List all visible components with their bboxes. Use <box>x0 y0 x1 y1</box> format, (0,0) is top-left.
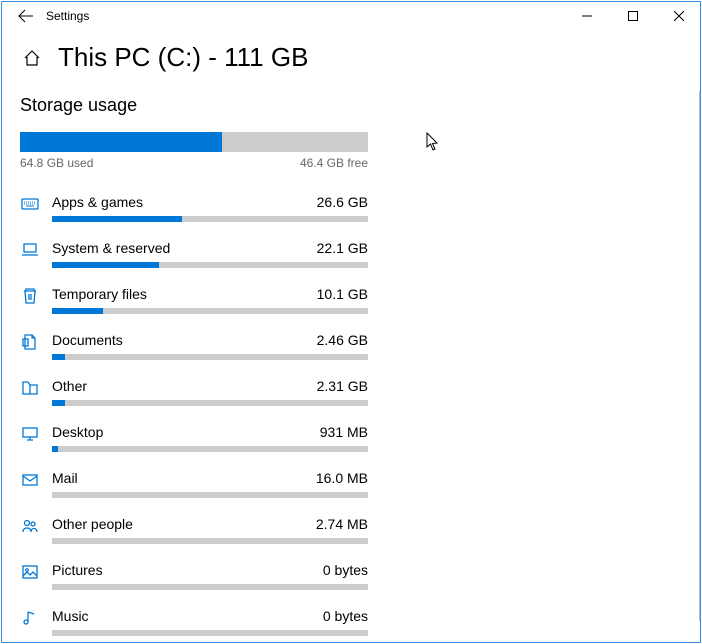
category-name: Other people <box>52 516 133 532</box>
category-desktop[interactable]: Desktop 931 MB <box>20 416 368 462</box>
category-body: System & reserved 22.1 GB <box>52 240 368 268</box>
folder-icon <box>20 378 40 398</box>
app-title: Settings <box>46 9 89 23</box>
people-icon <box>20 516 40 536</box>
category-mail[interactable]: Mail 16.0 MB <box>20 462 368 508</box>
category-size: 931 MB <box>320 424 368 440</box>
category-size: 10.1 GB <box>317 286 368 302</box>
mail-icon <box>20 470 40 490</box>
category-size: 16.0 MB <box>316 470 368 486</box>
category-body: Documents 2.46 GB <box>52 332 368 360</box>
content-area: Storage usage 64.8 GB used 46.4 GB free … <box>0 91 702 644</box>
category-body: Music 0 bytes <box>52 608 368 636</box>
category-other-people[interactable]: Other people 2.74 MB <box>20 508 368 554</box>
category-name: Other <box>52 378 87 394</box>
overall-labels: 64.8 GB used 46.4 GB free <box>20 156 368 170</box>
minimize-icon <box>582 11 592 21</box>
back-button[interactable] <box>10 0 42 32</box>
section-title: Storage usage <box>20 95 682 116</box>
category-size: 2.31 GB <box>317 378 368 394</box>
window-controls <box>564 0 702 32</box>
category-bar-fill <box>52 308 103 314</box>
minimize-button[interactable] <box>564 0 610 32</box>
category-bar <box>52 262 368 268</box>
monitor-icon <box>20 424 40 444</box>
laptop-icon <box>20 240 40 260</box>
home-button[interactable] <box>20 46 44 70</box>
category-bar-fill <box>52 446 58 452</box>
category-body: Temporary files 10.1 GB <box>52 286 368 314</box>
category-name: Desktop <box>52 424 103 440</box>
category-size: 26.6 GB <box>317 194 368 210</box>
maximize-button[interactable] <box>610 0 656 32</box>
category-pictures[interactable]: Pictures 0 bytes <box>20 554 368 600</box>
category-size: 2.74 MB <box>316 516 368 532</box>
titlebar: Settings <box>0 0 702 32</box>
document-icon <box>20 332 40 352</box>
category-size: 2.46 GB <box>317 332 368 348</box>
category-other[interactable]: Other 2.31 GB <box>20 370 368 416</box>
category-bar <box>52 308 368 314</box>
free-label: 46.4 GB free <box>300 156 368 170</box>
category-documents[interactable]: Documents 2.46 GB <box>20 324 368 370</box>
picture-icon <box>20 562 40 582</box>
category-size: 22.1 GB <box>317 240 368 256</box>
close-icon <box>674 11 684 21</box>
category-size: 0 bytes <box>323 562 368 578</box>
music-icon <box>20 608 40 628</box>
category-bar-fill <box>52 216 182 222</box>
category-name: Mail <box>52 470 78 486</box>
used-label: 64.8 GB used <box>20 156 93 170</box>
category-bar <box>52 584 368 590</box>
category-size: 0 bytes <box>323 608 368 624</box>
category-temporary-files[interactable]: Temporary files 10.1 GB <box>20 278 368 324</box>
category-name: Apps & games <box>52 194 143 210</box>
category-bar <box>52 216 368 222</box>
category-bar <box>52 354 368 360</box>
page-title: This PC (C:) - 111 GB <box>58 42 308 73</box>
maximize-icon <box>628 11 638 21</box>
category-system-reserved[interactable]: System & reserved 22.1 GB <box>20 232 368 278</box>
category-list: Apps & games 26.6 GB System & reserved 22.1… <box>20 186 368 644</box>
category-bar <box>52 492 368 498</box>
overall-usage-bar <box>20 132 368 152</box>
category-bar <box>52 630 368 636</box>
category-apps-games[interactable]: Apps & games 26.6 GB <box>20 186 368 232</box>
category-bar-fill <box>52 400 65 406</box>
category-bar <box>52 538 368 544</box>
close-button[interactable] <box>656 0 702 32</box>
category-body: Apps & games 26.6 GB <box>52 194 368 222</box>
category-name: Music <box>52 608 89 624</box>
header: This PC (C:) - 111 GB <box>0 32 702 91</box>
trash-icon <box>20 286 40 306</box>
category-name: Temporary files <box>52 286 147 302</box>
category-bar-fill <box>52 354 65 360</box>
category-body: Desktop 931 MB <box>52 424 368 452</box>
overall-usage-fill <box>20 132 222 152</box>
category-body: Other people 2.74 MB <box>52 516 368 544</box>
category-body: Other 2.31 GB <box>52 378 368 406</box>
category-body: Mail 16.0 MB <box>52 470 368 498</box>
category-music[interactable]: Music 0 bytes <box>20 600 368 644</box>
category-bar <box>52 446 368 452</box>
home-icon <box>23 49 41 67</box>
category-bar <box>52 400 368 406</box>
scrollbar[interactable] <box>699 91 701 621</box>
category-name: System & reserved <box>52 240 170 256</box>
category-name: Pictures <box>52 562 103 578</box>
category-name: Documents <box>52 332 123 348</box>
category-body: Pictures 0 bytes <box>52 562 368 590</box>
back-arrow-icon <box>18 8 34 24</box>
keyboard-icon <box>20 194 40 214</box>
category-bar-fill <box>52 262 159 268</box>
